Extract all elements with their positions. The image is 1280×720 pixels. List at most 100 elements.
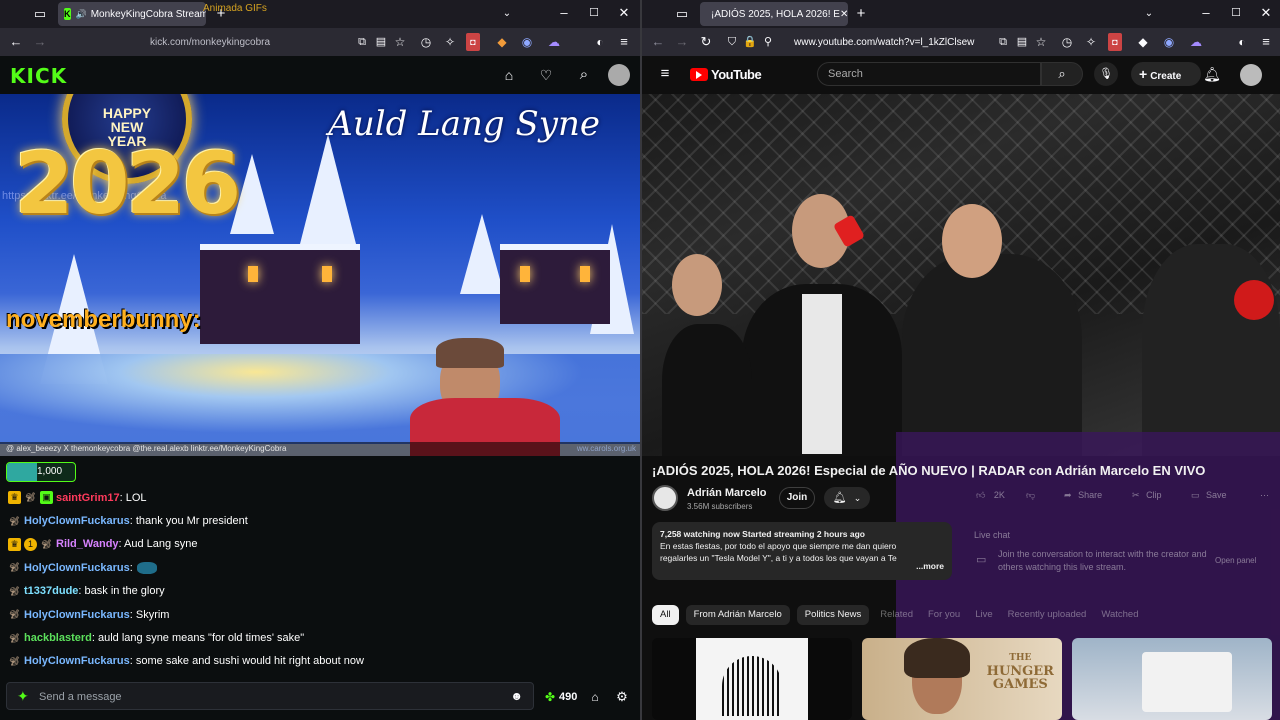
maximize-icon[interactable]: ☐ — [585, 4, 603, 22]
chat-username[interactable]: saintGrim17 — [56, 492, 120, 504]
youtube-video-player[interactable] — [642, 94, 1280, 456]
video-thumbnail[interactable] — [1072, 638, 1272, 720]
maximize-icon[interactable]: ☐ — [1227, 4, 1245, 22]
chat-input-box[interactable]: ✦ ☻ — [6, 682, 534, 710]
subscriber-badge-icon[interactable]: 🐒︎ — [8, 515, 21, 528]
store-icon[interactable]: ⌂ — [500, 66, 518, 84]
more-actions-icon[interactable]: ⋯ — [1260, 490, 1269, 501]
join-button[interactable]: Join — [779, 487, 815, 509]
history-icon[interactable]: ◷ — [417, 33, 435, 51]
sub-goal-badge[interactable]: 1,000 — [6, 462, 76, 482]
screenshot-icon[interactable]: ⧉ — [353, 33, 371, 51]
search-input[interactable] — [818, 63, 1018, 85]
share-button[interactable]: ➦ Share — [1064, 490, 1102, 501]
search-box[interactable] — [817, 62, 1041, 86]
tab-list-chevron-icon[interactable]: ⌄ — [498, 5, 516, 23]
crown-badge-icon[interactable]: ♛ — [8, 491, 21, 505]
search-icon[interactable]: ⌕ — [575, 66, 593, 84]
sparkle-icon[interactable]: ✦ — [17, 688, 29, 705]
filter-chip[interactable]: Live — [971, 605, 996, 625]
menu-icon[interactable]: ≡ — [615, 33, 633, 51]
tab-youtube[interactable]: ¡ADIÓS 2025, HOLA 2026! E ✕ — [700, 2, 848, 26]
chat-input[interactable] — [39, 688, 489, 706]
points-icon[interactable]: ✤ — [545, 690, 555, 704]
addon-icon[interactable]: ◆ — [493, 33, 511, 51]
filter-chip[interactable]: From Adrián Marcelo — [685, 605, 790, 625]
addon-icon[interactable]: ◆ — [1134, 33, 1152, 51]
chat-username[interactable]: HolyClownFuckarus — [24, 655, 130, 667]
chat-username[interactable]: HolyClownFuckarus — [24, 562, 130, 574]
clip-button[interactable]: ✂ Clip — [1132, 490, 1162, 501]
filter-chip[interactable]: Related — [876, 605, 917, 625]
back-icon[interactable]: ← — [649, 33, 667, 51]
video-thumbnail[interactable] — [652, 638, 852, 720]
tab-list-chevron-icon[interactable]: ⌄ — [1140, 5, 1158, 23]
close-tab-icon[interactable]: ✕ — [840, 9, 848, 20]
tab-overview-icon[interactable]: ▭ — [673, 5, 691, 23]
notifications-bell-icon[interactable]: 🔔︎ — [1203, 65, 1221, 83]
audio-icon[interactable]: 🔊 — [76, 9, 87, 20]
gift-badge-icon[interactable]: ▣ — [40, 491, 53, 505]
subscriber-badge-icon[interactable]: 🐒︎ — [40, 538, 53, 551]
filter-chip[interactable]: All — [652, 605, 679, 625]
account-icon[interactable]: ◐ — [1233, 33, 1251, 51]
kick-video-player[interactable]: Auld Lang Syne https://linktr.ee/MonkeyK… — [0, 94, 640, 456]
minimize-icon[interactable]: – — [555, 4, 573, 22]
mic-button[interactable]: 🎙 — [1094, 62, 1118, 86]
settings-gear-icon[interactable]: ⚙ — [613, 688, 631, 706]
addon-off-icon[interactable]: ◘ — [466, 33, 480, 51]
reader-icon[interactable]: ▤ — [372, 33, 390, 51]
open-panel-button[interactable]: Open panel — [1215, 556, 1256, 565]
new-tab-icon[interactable]: + — [852, 5, 870, 23]
filter-chip[interactable]: Politics News — [796, 605, 870, 625]
lock-icon[interactable]: 🔒 — [741, 33, 759, 51]
video-thumbnail[interactable]: THE HUNGER GAMES — [862, 638, 1062, 720]
subscriber-badge-icon[interactable]: 🐒︎ — [8, 632, 21, 645]
shield-icon[interactable]: ⛉ — [723, 33, 741, 51]
minimize-icon[interactable]: – — [1197, 4, 1215, 22]
bookmark-star-icon[interactable]: ☆ — [1032, 33, 1050, 51]
account-icon[interactable]: ◐ — [591, 33, 609, 51]
permissions-icon[interactable]: ⚲ — [759, 33, 777, 51]
avatar[interactable] — [608, 64, 630, 86]
shop-icon[interactable]: ⌂ — [586, 688, 604, 706]
chat-username[interactable]: hackblasterd — [24, 632, 92, 644]
chat-username[interactable]: HolyClownFuckarus — [24, 515, 130, 527]
addon-off-icon[interactable]: ◘ — [1108, 33, 1122, 51]
avatar[interactable] — [1240, 64, 1262, 86]
subscriber-badge-icon[interactable]: 🐒︎ — [8, 655, 21, 668]
url-text[interactable]: kick.com/monkeykingcobra — [150, 37, 270, 48]
more-link[interactable]: ...more — [916, 560, 944, 572]
kick-logo[interactable]: KICK — [10, 64, 67, 88]
url-text[interactable]: www.youtube.com/watch?v=l_1kZlClsew — [794, 37, 974, 48]
filter-chip[interactable]: Watched — [1097, 605, 1142, 625]
addon-icon[interactable]: ◉ — [518, 33, 536, 51]
subscriber-badge-icon[interactable]: 🐒︎ — [24, 491, 37, 504]
chat-username[interactable]: Rild_Wandy — [56, 538, 119, 550]
extensions-icon[interactable]: ✧ — [441, 33, 459, 51]
like-button[interactable]: 👍︎ 2K — [976, 490, 1005, 501]
description-box[interactable]: 7,258 watching now Started streaming 2 h… — [652, 522, 952, 580]
save-button[interactable]: ▭ Save — [1191, 490, 1227, 501]
channel-name[interactable]: Adrián Marcelo — [687, 487, 766, 499]
emoji-icon[interactable]: ☻ — [510, 689, 523, 703]
reload-icon[interactable]: ↻ — [697, 33, 715, 51]
addon-icon[interactable]: ☁ — [1187, 33, 1205, 51]
extensions-icon[interactable]: ✧ — [1082, 33, 1100, 51]
addon-icon[interactable]: ☁ — [545, 33, 563, 51]
subscribed-bell-button[interactable]: 🔔︎ ⌄ — [824, 487, 870, 509]
crown-badge-icon[interactable]: ♛ — [8, 537, 21, 551]
bookmark-star-icon[interactable]: ☆ — [391, 33, 409, 51]
follow-heart-icon[interactable]: ♡ — [537, 66, 555, 84]
back-icon[interactable]: ← — [7, 33, 25, 51]
search-button[interactable]: ⌕ — [1041, 62, 1083, 86]
chat-username[interactable]: HolyClownFuckarus — [24, 609, 130, 621]
dislike-button[interactable]: 👎︎ — [1026, 490, 1035, 501]
tier-badge-icon[interactable]: 1 — [24, 537, 37, 551]
screenshot-icon[interactable]: ⧉ — [994, 33, 1012, 51]
channel-avatar[interactable] — [652, 485, 678, 511]
history-icon[interactable]: ◷ — [1058, 33, 1076, 51]
filter-chip[interactable]: For you — [924, 605, 964, 625]
subscriber-badge-icon[interactable]: 🐒︎ — [8, 585, 21, 598]
reader-icon[interactable]: ▤ — [1013, 33, 1031, 51]
